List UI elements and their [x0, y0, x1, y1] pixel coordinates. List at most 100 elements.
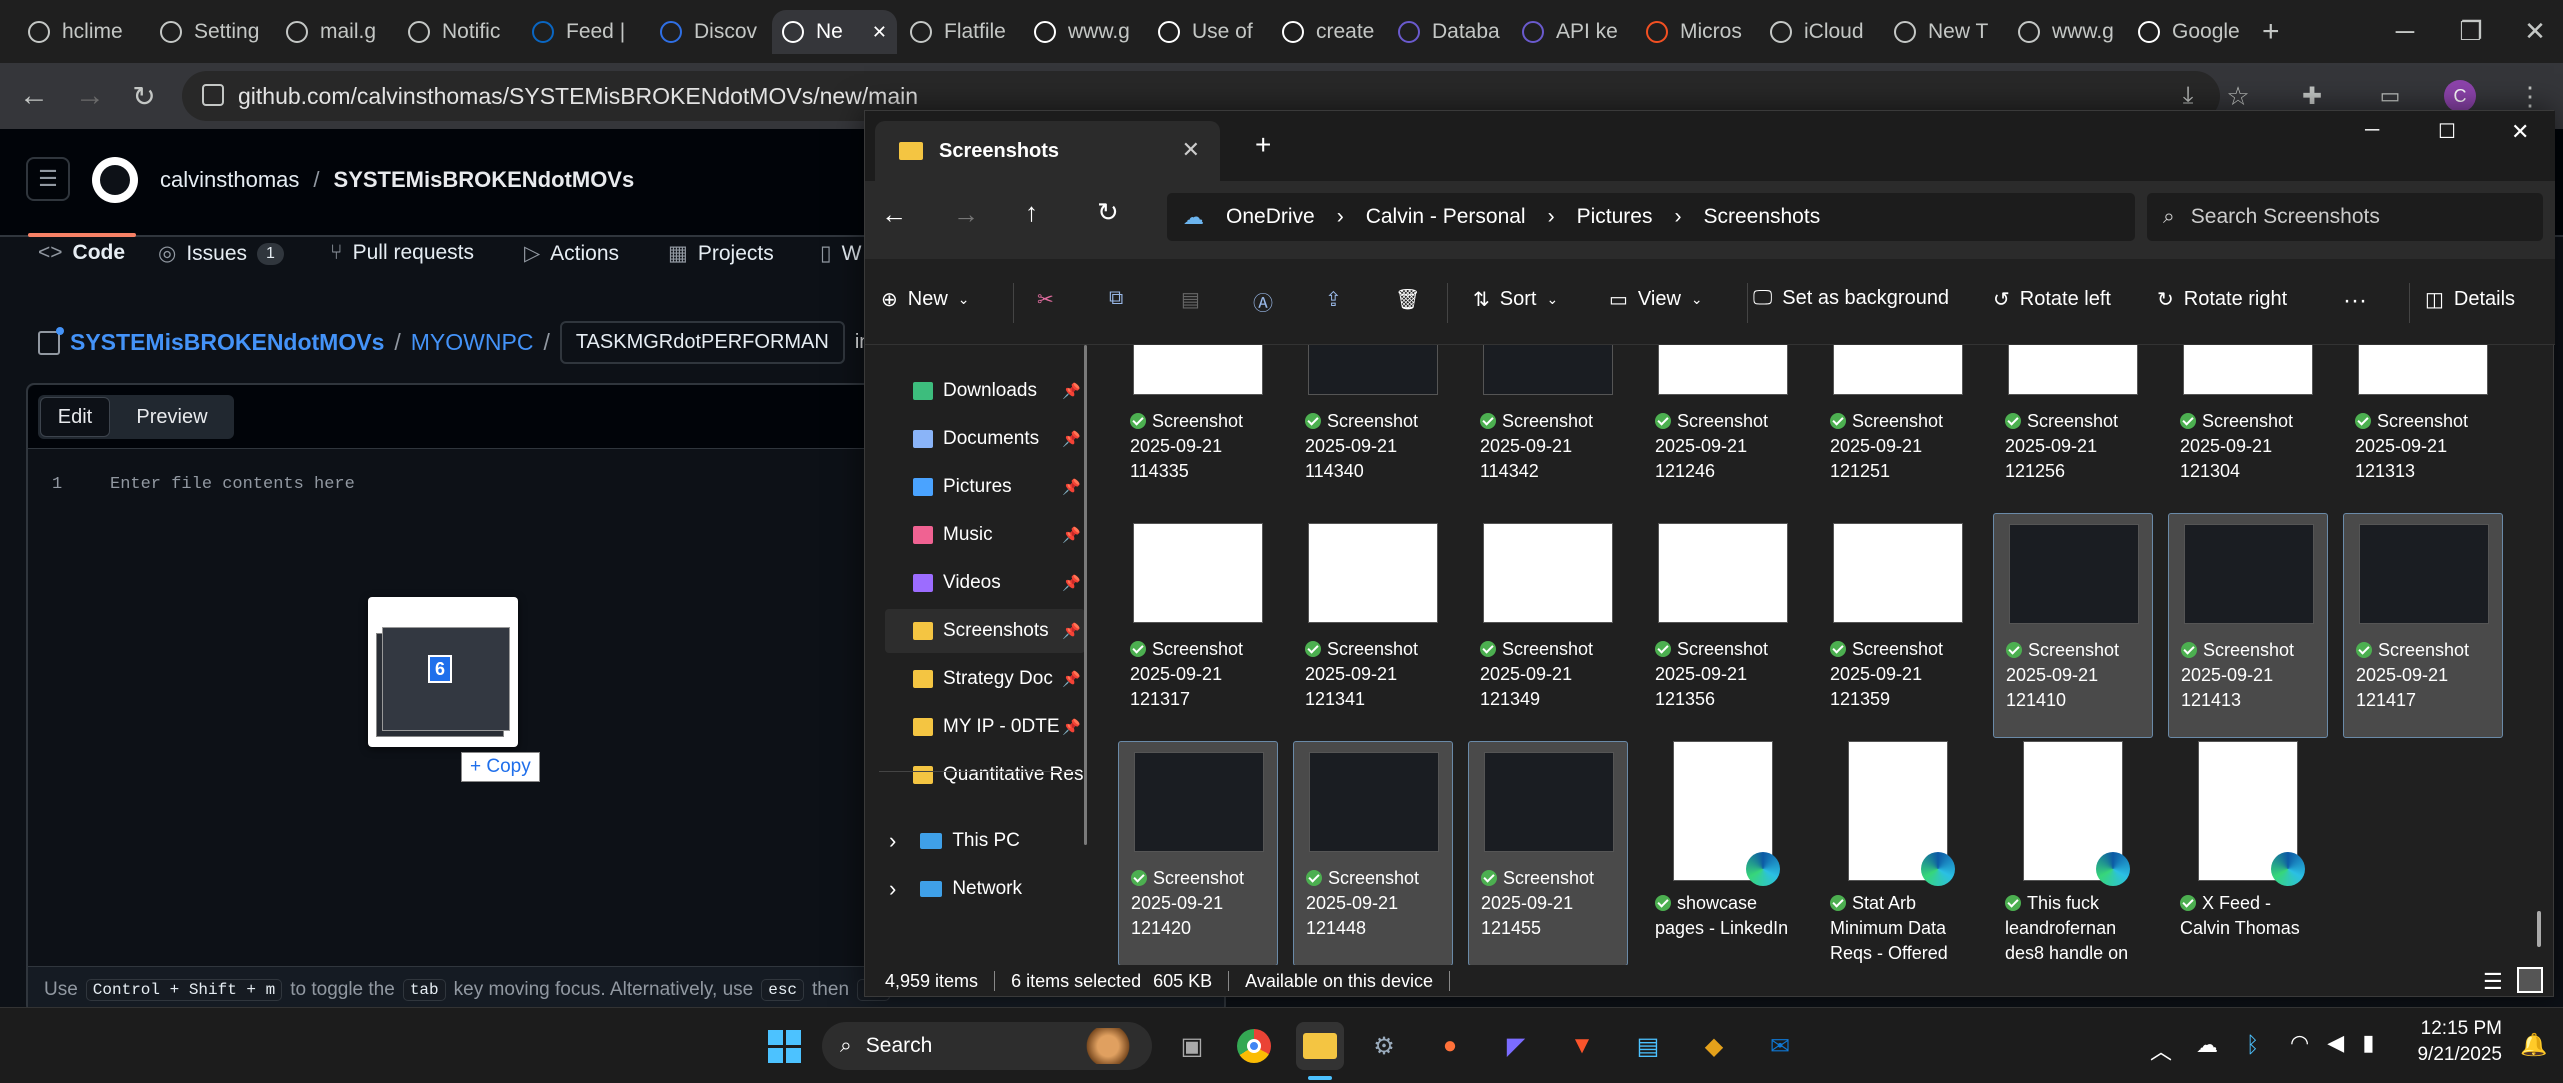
firefox-icon[interactable]: ● — [1426, 1022, 1474, 1070]
file-tile[interactable]: Screenshot 2025-09-21 121304 — [2168, 345, 2328, 510]
file-tile[interactable]: Screenshot 2025-09-21 121256 — [1993, 345, 2153, 510]
editor-textarea[interactable]: Enter file contents here — [110, 475, 355, 494]
rename-icon[interactable]: Ⓐ — [1253, 287, 1273, 316]
explorer-breadcrumb[interactable]: ☁ OneDrive › Calvin - Personal › Pictures ›… — [1167, 193, 2135, 241]
reload-icon[interactable]: ↻ — [124, 76, 164, 116]
details-button[interactable]: ◫ Details — [2425, 287, 2515, 312]
nav-tree-item[interactable]: › This PC — [869, 819, 1069, 863]
tab-issues[interactable]: ◎ Issues 1 — [158, 241, 284, 266]
forward-icon[interactable]: → — [70, 76, 110, 116]
set-background-button[interactable]: 🖵 Set as background — [1753, 287, 1949, 310]
share-icon[interactable]: ⇪ — [1325, 287, 1342, 312]
breadcrumb-pictures[interactable]: Pictures — [1577, 205, 1653, 229]
delete-icon[interactable]: 🗑 — [1395, 287, 1420, 312]
file-tile[interactable]: Stat Arb Minimum Data Reqs - Offered $5k… — [1818, 741, 1978, 965]
browser-tab[interactable]: mail.g — [276, 10, 391, 54]
file-tile[interactable]: Screenshot 2025-09-21 121420 — [1118, 741, 1278, 965]
forward-icon[interactable]: → — [953, 199, 979, 230]
breadcrumb-screenshots[interactable]: Screenshots — [1703, 205, 1820, 229]
browser-tab[interactable]: Discov — [650, 10, 765, 54]
file-tile[interactable]: X Feed - Calvin Thomas — [2168, 741, 2328, 965]
view-button[interactable]: ▭ View ⌄ — [1609, 287, 1703, 312]
dev-icon[interactable]: ◆ — [1690, 1022, 1738, 1070]
browser-tab[interactable]: Micros — [1636, 10, 1754, 54]
bluetooth-icon[interactable]: ᛒ — [2246, 1032, 2259, 1058]
nav-item[interactable]: Downloads 📌 — [885, 369, 1085, 413]
back-icon[interactable]: ← — [881, 199, 907, 230]
breadcrumb-personal[interactable]: Calvin - Personal — [1366, 205, 1526, 229]
breadcrumb-repo-link[interactable]: SYSTEMisBROKENdotMOVs — [70, 329, 384, 356]
copy-icon[interactable]: ⧉ — [1109, 287, 1123, 310]
chevron-up-icon[interactable]: ︿ — [2150, 1034, 2172, 1066]
paste-icon[interactable]: ▤ — [1181, 287, 1200, 312]
up-icon[interactable]: ↑ — [1025, 197, 1038, 228]
file-tile[interactable]: Screenshot 2025-09-21 121455 — [1468, 741, 1628, 965]
file-tile[interactable]: Screenshot 2025-09-21 114340 — [1293, 345, 1453, 510]
browser-tab[interactable]: Setting — [150, 10, 270, 54]
nav-item[interactable]: Pictures 📌 — [885, 465, 1085, 509]
file-tile[interactable]: Screenshot 2025-09-21 121448 — [1293, 741, 1453, 965]
taskbar-search[interactable]: ⌕ Search — [822, 1022, 1152, 1070]
tab-wiki[interactable]: ▯ W — [820, 241, 861, 266]
refresh-icon[interactable]: ↻ — [1097, 197, 1119, 228]
nav-item[interactable]: Screenshots 📌 — [885, 609, 1085, 653]
nav-item[interactable]: Music 📌 — [885, 513, 1085, 557]
more-options-button[interactable]: ··· — [2343, 287, 2367, 315]
settings-icon[interactable]: ⚙ — [1360, 1022, 1408, 1070]
maximize-button[interactable]: ☐ — [2438, 119, 2456, 144]
nav-item[interactable]: Videos 📌 — [885, 561, 1085, 605]
file-tile[interactable]: Screenshot 2025-09-21 114335 — [1118, 345, 1278, 510]
hamburger-menu-icon[interactable]: ☰ — [26, 157, 70, 201]
vpn-icon[interactable]: ◤ — [1492, 1022, 1540, 1070]
start-button[interactable] — [760, 1022, 808, 1070]
file-tile[interactable]: Screenshot 2025-09-21 121417 — [2343, 513, 2503, 738]
file-tile[interactable]: Screenshot 2025-09-21 121251 — [1818, 345, 1978, 510]
browser-tab[interactable]: Google — [2128, 10, 2244, 54]
tab-projects[interactable]: ▦ Projects — [668, 241, 774, 266]
notepad-icon[interactable]: ▤ — [1624, 1022, 1672, 1070]
rotate-right-button[interactable]: ↻ Rotate right — [2157, 287, 2287, 312]
browser-tab[interactable]: www.g — [1024, 10, 1142, 54]
file-scrollbar[interactable] — [2537, 911, 2541, 947]
minimize-button[interactable]: ─ — [2365, 119, 2379, 142]
file-tile[interactable]: Screenshot 2025-09-21 121413 — [2168, 513, 2328, 738]
outlook-icon[interactable]: ✉ — [1756, 1022, 1804, 1070]
browser-tab[interactable]: Use of — [1148, 10, 1266, 54]
site-info-icon[interactable] — [202, 84, 224, 106]
browser-tab[interactable]: hclime — [18, 10, 143, 54]
tab-code[interactable]: <> Code — [38, 241, 125, 265]
sort-button[interactable]: ⇅ Sort ⌄ — [1473, 287, 1558, 312]
notification-bell-icon[interactable]: 🔔 — [2520, 1032, 2547, 1058]
add-tab-button[interactable]: + — [1255, 129, 1271, 161]
tab-edit[interactable]: Edit — [40, 397, 110, 437]
close-tab-icon[interactable]: ✕ — [1182, 137, 1200, 163]
brave-icon[interactable]: ▼ — [1558, 1022, 1606, 1070]
browser-tab[interactable]: Flatfile — [900, 10, 1018, 54]
cut-icon[interactable]: ✂ — [1037, 287, 1054, 312]
file-tile[interactable]: showcase pages - LinkedIn — [1643, 741, 1803, 965]
repo-link[interactable]: SYSTEMisBROKENdotMOVs — [334, 167, 635, 193]
tab-actions[interactable]: ▷ Actions — [524, 241, 619, 266]
new-tab-button[interactable]: + — [2252, 10, 2290, 54]
owner-link[interactable]: calvinsthomas — [160, 167, 299, 193]
nav-tree-item[interactable]: › Network — [869, 867, 1069, 911]
browser-tab[interactable]: Ne ✕ — [772, 10, 897, 54]
file-tile[interactable]: Screenshot 2025-09-21 121356 — [1643, 513, 1803, 738]
back-icon[interactable]: ← — [14, 76, 54, 116]
close-tab-icon[interactable]: ✕ — [872, 22, 887, 43]
tab-preview[interactable]: Preview — [122, 397, 222, 437]
explorer-search-box[interactable]: ⌕ Search Screenshots — [2147, 193, 2543, 241]
new-button[interactable]: ⊕ New ⌄ — [881, 287, 970, 312]
github-logo-icon[interactable] — [92, 157, 138, 203]
browser-tab[interactable]: Notific — [398, 10, 516, 54]
file-tile[interactable]: Screenshot 2025-09-21 121341 — [1293, 513, 1453, 738]
browser-tab[interactable]: Databa — [1388, 10, 1506, 54]
chrome-icon[interactable] — [1230, 1022, 1278, 1070]
minimize-button[interactable]: ─ — [2380, 0, 2430, 63]
file-tile[interactable]: Screenshot 2025-09-21 121317 — [1118, 513, 1278, 738]
file-tile[interactable]: This fuck leandrofernan des8 handle on i… — [1993, 741, 2153, 965]
file-tile[interactable]: Screenshot 2025-09-21 121246 — [1643, 345, 1803, 510]
close-window-button[interactable]: ✕ — [2511, 119, 2529, 145]
browser-tab[interactable]: create — [1272, 10, 1382, 54]
file-tile[interactable]: Screenshot 2025-09-21 121410 — [1993, 513, 2153, 738]
